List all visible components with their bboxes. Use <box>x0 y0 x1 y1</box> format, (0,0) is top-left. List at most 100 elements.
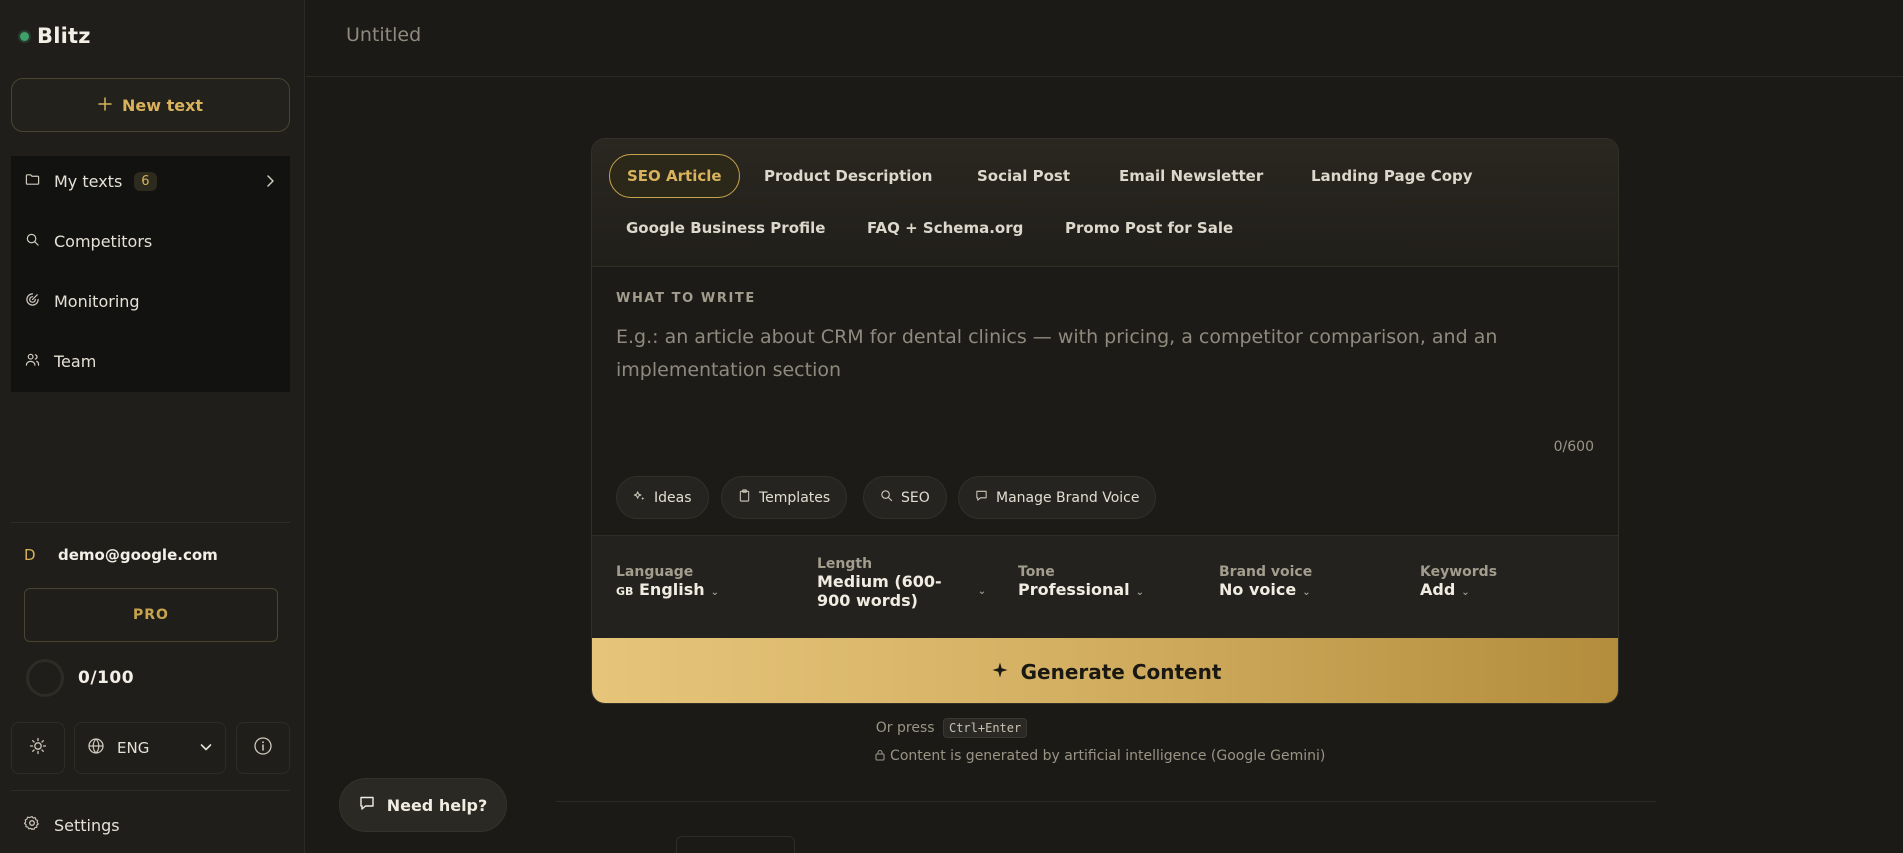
sidebar-item-my-texts[interactable]: My texts 6 <box>11 156 290 206</box>
caret-down-icon: ⌄ <box>1302 587 1311 598</box>
plus-icon <box>98 96 112 115</box>
need-help-button[interactable]: Need help? <box>339 778 507 832</box>
generate-content-button[interactable]: Generate Content <box>592 638 1618 703</box>
generation-options: Language GB English ⌄ Length Medium (600-… <box>592 535 1618 639</box>
usage-ring <box>26 659 64 697</box>
templates-button[interactable]: Templates <box>721 476 848 519</box>
pro-plan-button[interactable]: PRO <box>24 588 278 642</box>
folder-icon <box>25 172 40 191</box>
usage-meter: 0/100 <box>26 659 134 697</box>
sidebar-item-monitoring[interactable]: Monitoring <box>11 276 290 326</box>
sidebar-item-label: Team <box>54 351 97 371</box>
option-label: Tone <box>1018 564 1055 580</box>
chip-label: Ideas <box>654 489 692 506</box>
keyboard-hint: Or press Ctrl+Enter <box>0 718 1903 738</box>
ideas-button[interactable]: Ideas <box>616 476 709 519</box>
option-value: No voice <box>1219 580 1297 599</box>
globe-icon <box>87 737 105 759</box>
chip-label: SEO <box>901 489 930 506</box>
tab-promo-post[interactable]: Promo Post for Sale <box>1048 206 1250 250</box>
option-label: Keywords <box>1420 564 1498 580</box>
option-value: English <box>639 580 705 599</box>
tab-seo-article[interactable]: SEO Article <box>609 154 740 198</box>
sidebar-nav: My texts 6 Competitors Monitoring Team <box>11 156 290 392</box>
app-logo[interactable]: Blitz <box>20 24 91 48</box>
caret-down-icon: ⌄ <box>1461 587 1470 598</box>
sidebar-item-competitors[interactable]: Competitors <box>11 216 290 266</box>
settings-label: Settings <box>54 815 120 835</box>
option-value: Medium (600- <box>817 572 942 591</box>
option-value: Professional <box>1018 580 1130 599</box>
chip-label: Templates <box>759 489 831 506</box>
document-title[interactable]: Untitled <box>346 24 421 46</box>
char-counter: 0/600 <box>1553 439 1594 455</box>
sun-icon <box>29 737 47 759</box>
radar-icon <box>25 292 40 311</box>
manage-brand-voice-button[interactable]: Manage Brand Voice <box>958 476 1157 519</box>
option-label: Length <box>817 556 873 572</box>
message-icon <box>975 489 988 506</box>
language-option[interactable]: Language GB English ⌄ <box>616 564 719 599</box>
search-icon <box>25 232 40 251</box>
caret-down-icon: ⌄ <box>977 585 987 597</box>
status-dot <box>20 31 29 41</box>
sidebar-item-label: Monitoring <box>54 291 140 311</box>
length-option[interactable]: Length Medium (600- 900 words) ⌄ <box>817 556 986 610</box>
language-value: ENG <box>117 739 150 757</box>
ai-notice: Content is generated by artificial intel… <box>148 748 1903 764</box>
search-icon <box>880 489 893 506</box>
need-help-label: Need help? <box>386 795 488 815</box>
caret-down-icon: ⌄ <box>1135 587 1145 598</box>
prompt-textarea[interactable]: E.g.: an article about CRM for dental cl… <box>616 321 1576 387</box>
sidebar-divider <box>11 790 290 791</box>
tone-option[interactable]: Tone Professional ⌄ <box>1018 564 1144 599</box>
lock-icon <box>874 748 890 764</box>
section-label: WHAT TO WRITE <box>616 291 756 306</box>
tab-product-description[interactable]: Product Description <box>747 154 949 198</box>
sparkles-icon <box>633 489 646 506</box>
seo-button[interactable]: SEO <box>863 476 947 519</box>
sidebar-item-team[interactable]: Team <box>11 336 290 386</box>
option-value: Add <box>1420 580 1456 599</box>
partial-panel <box>676 836 795 853</box>
tab-faq-schema[interactable]: FAQ + Schema.org <box>850 206 1040 250</box>
tab-email-newsletter[interactable]: Email Newsletter <box>1102 154 1280 198</box>
shortcut-prefix: Or press <box>875 720 935 736</box>
gear-icon <box>23 815 40 835</box>
flag-icon: GB <box>616 585 634 598</box>
option-label: Brand voice <box>1219 564 1313 580</box>
avatar: D <box>24 546 36 564</box>
user-account[interactable]: D demo@google.com <box>24 546 218 564</box>
sparkle-icon <box>991 660 1009 684</box>
content-type-tabs: SEO Article Product Description Social P… <box>592 139 1618 267</box>
clipboard-icon <box>738 489 751 506</box>
content-generator-card: SEO Article Product Description Social P… <box>591 138 1619 704</box>
tab-landing-page-copy[interactable]: Landing Page Copy <box>1294 154 1490 198</box>
tab-google-business-profile[interactable]: Google Business Profile <box>609 206 842 250</box>
caret-down-icon: ⌄ <box>710 587 720 598</box>
texts-count-badge: 6 <box>134 171 157 191</box>
usage-count: 0/100 <box>78 668 135 688</box>
chevron-right-icon <box>264 173 276 192</box>
generate-label: Generate Content <box>1020 659 1222 684</box>
user-email: demo@google.com <box>58 546 218 564</box>
brand-voice-option[interactable]: Brand voice No voice ⌄ <box>1219 564 1312 599</box>
new-text-button[interactable]: New text <box>11 78 290 132</box>
new-text-label: New text <box>121 95 204 115</box>
users-icon <box>25 352 40 371</box>
settings-link[interactable]: Settings <box>23 815 120 835</box>
top-bar: Untitled <box>306 0 1903 77</box>
ai-notice-text: Content is generated by artificial intel… <box>890 748 1326 764</box>
tab-social-post[interactable]: Social Post <box>960 154 1087 198</box>
app-name: Blitz <box>37 24 91 48</box>
chip-label: Manage Brand Voice <box>996 489 1140 506</box>
sidebar-item-label: Competitors <box>54 231 153 251</box>
keywords-option[interactable]: Keywords Add ⌄ <box>1420 564 1497 599</box>
sidebar-divider <box>11 522 290 523</box>
option-label: Language <box>616 564 694 580</box>
shortcut-key: Ctrl+Enter <box>942 718 1028 738</box>
chat-icon <box>359 795 375 815</box>
option-value: 900 words) <box>817 591 918 610</box>
sidebar-item-label: My texts <box>54 171 123 191</box>
content-divider <box>556 801 1656 802</box>
